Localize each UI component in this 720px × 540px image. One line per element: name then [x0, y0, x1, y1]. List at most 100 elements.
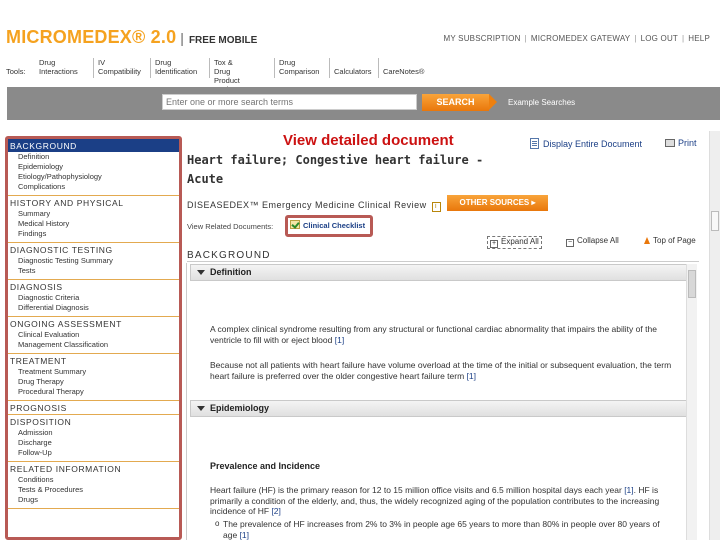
log-out-link[interactable]: LOG OUT: [637, 34, 682, 43]
minus-icon: −: [566, 239, 574, 247]
reference-link[interactable]: [1]: [624, 485, 633, 495]
sidebar-heading[interactable]: HISTORY AND PHYSICAL: [8, 196, 179, 209]
sidebar-item[interactable]: Conditions: [8, 475, 179, 485]
tools-label: Tools:: [6, 67, 26, 76]
tool-iv-compatibility[interactable]: IV Compatibility: [93, 58, 148, 78]
plus-icon: +: [490, 240, 498, 248]
sidebar-item[interactable]: Procedural Therapy: [8, 387, 179, 397]
expand-all-label: Expand All: [501, 237, 539, 246]
tool-tox-drug-product-lookup[interactable]: Tox & DrugProduct Lookup: [209, 58, 240, 94]
example-searches-link[interactable]: Example Searches: [508, 98, 575, 107]
my-subscription-link[interactable]: MY SUBSCRIPTION: [439, 34, 524, 43]
sidebar-item[interactable]: Etiology/Pathophysiology: [8, 172, 179, 182]
sidebar-item-list: Definition Epidemiology Etiology/Pathophys…: [8, 152, 179, 195]
sidebar-item[interactable]: Summary: [8, 209, 179, 219]
document-icon: [530, 138, 539, 149]
sidebar-item[interactable]: Epidemiology: [8, 162, 179, 172]
reference-link[interactable]: [1]: [467, 371, 476, 381]
sidebar-section: DIAGNOSIS Diagnostic Criteria Differential…: [8, 280, 179, 317]
subsection-title: Epidemiology: [210, 403, 270, 413]
display-entire-document-link[interactable]: Display Entire Document: [530, 138, 642, 149]
expand-all-button[interactable]: + Expand All: [487, 236, 542, 249]
sidebar-item[interactable]: Differential Diagnosis: [8, 303, 179, 313]
paragraph-text: A complex clinical syndrome resulting fr…: [210, 324, 657, 345]
sidebar-item[interactable]: Tests: [8, 266, 179, 276]
sidebar-item[interactable]: Discharge: [8, 438, 179, 448]
reference-link[interactable]: [1]: [240, 530, 249, 540]
clinical-checklist-link[interactable]: Clinical Checklist: [290, 220, 365, 230]
prevalence-heading: Prevalence and Incidence: [210, 461, 321, 471]
sidebar-heading[interactable]: DIAGNOSTIC TESTING: [8, 243, 179, 256]
subsection-header-definition[interactable]: Definition: [190, 264, 694, 281]
other-sources-button[interactable]: OTHER SOURCES ▸: [447, 195, 548, 211]
tool-drug-identification[interactable]: Drug Identification: [150, 58, 197, 78]
search-input[interactable]: [162, 94, 417, 110]
tool-line: IV Compatibility: [98, 58, 141, 76]
sidebar-heading[interactable]: ONGOING ASSESSMENT: [8, 317, 179, 330]
epidemiology-paragraph: Heart failure (HF) is the primary reason…: [210, 485, 680, 517]
sidebar-item[interactable]: Definition: [8, 152, 179, 162]
sidebar-item[interactable]: Findings: [8, 229, 179, 239]
top-of-page-link[interactable]: Top of Page: [644, 236, 696, 245]
tool-carenotes[interactable]: CareNotes®: [378, 58, 424, 78]
tool-line: Interactions: [39, 67, 78, 76]
sidebar-item[interactable]: Diagnostic Testing Summary: [8, 256, 179, 266]
sidebar-item[interactable]: Drugs: [8, 495, 179, 505]
sidebar-item[interactable]: Medical History: [8, 219, 179, 229]
micromedex-logo[interactable]: MICROMEDEX® 2.0 | FREE MOBILE: [6, 27, 257, 47]
reference-link[interactable]: [2]: [271, 506, 280, 516]
sidebar-item[interactable]: Drug Therapy: [8, 377, 179, 387]
print-label: Print: [678, 138, 697, 148]
source-line: DISEASEDEX™ Emergency Medicine Clinical …: [187, 200, 441, 212]
sidebar-heading[interactable]: BACKGROUND: [8, 139, 179, 152]
logo-separator: |: [180, 30, 184, 46]
sidebar-section: BACKGROUND Definition Epidemiology Etiology…: [8, 139, 179, 196]
print-link[interactable]: Print: [665, 138, 697, 148]
subsection-header-epidemiology[interactable]: Epidemiology: [190, 400, 694, 417]
logo-text: MICROMEDEX® 2.0: [6, 27, 177, 47]
tool-drug-comparison[interactable]: Drug Comparison: [274, 58, 319, 78]
micromedex-gateway-link[interactable]: MICROMEDEX GATEWAY: [527, 34, 634, 43]
callout-label: View detailed document: [283, 132, 454, 149]
info-icon[interactable]: i: [431, 202, 441, 212]
sidebar-item-list: Treatment Summary Drug Therapy Procedural …: [8, 367, 179, 400]
sidebar-item[interactable]: Treatment Summary: [8, 367, 179, 377]
sidebar-item[interactable]: Complications: [8, 182, 179, 192]
sidebar-item[interactable]: Clinical Evaluation: [8, 330, 179, 340]
free-mobile-link[interactable]: FREE MOBILE: [189, 35, 257, 46]
reference-link[interactable]: [1]: [335, 335, 344, 345]
search-button[interactable]: SEARCH: [422, 94, 497, 111]
sidebar-item[interactable]: Admission: [8, 428, 179, 438]
collapse-all-button[interactable]: − Collapse All: [566, 236, 619, 247]
content-scrollbar-thumb[interactable]: [688, 270, 696, 298]
search-bar: SEARCH Example Searches: [7, 87, 720, 120]
tool-line: Identification: [155, 67, 198, 76]
sidebar-item[interactable]: Management Classification: [8, 340, 179, 350]
sidebar-nav: BACKGROUND Definition Epidemiology Etiology…: [8, 139, 179, 539]
sidebar-heading[interactable]: PROGNOSIS: [8, 401, 179, 414]
help-link[interactable]: HELP: [684, 34, 714, 43]
content-scrollbar[interactable]: [686, 264, 697, 540]
sidebar-item[interactable]: Diagnostic Criteria: [8, 293, 179, 303]
page-scrollbar[interactable]: [709, 131, 720, 540]
tool-calculators[interactable]: Calculators: [329, 58, 372, 78]
sidebar-heading[interactable]: RELATED INFORMATION: [8, 462, 179, 475]
sidebar-item[interactable]: Tests & Procedures: [8, 485, 179, 495]
section-title: BACKGROUND: [187, 250, 271, 261]
sidebar-heading[interactable]: TREATMENT: [8, 354, 179, 367]
tool-drug-interactions[interactable]: Drug Interactions: [35, 58, 78, 78]
sidebar-item[interactable]: Follow-Up: [8, 448, 179, 458]
paragraph-text: Because not all patients with heart fail…: [210, 360, 672, 381]
sidebar-section: DISPOSITION Admission Discharge Follow-Up: [8, 415, 179, 462]
page-scrollbar-thumb[interactable]: [711, 211, 719, 231]
document-title: Heart failure; Congestive heart failure …: [187, 153, 484, 186]
related-documents-label: View Related Documents:: [187, 222, 274, 231]
sidebar-heading[interactable]: DISPOSITION: [8, 415, 179, 428]
sidebar-item-list: Summary Medical History Findings: [8, 209, 179, 242]
up-arrow-icon: [644, 237, 650, 244]
tool-line: Comparison: [279, 67, 320, 76]
tool-line: Drug: [155, 58, 172, 67]
tool-line: Tox & Drug: [214, 58, 233, 76]
sidebar-heading[interactable]: DIAGNOSIS: [8, 280, 179, 293]
sidebar-item-list: Diagnostic Criteria Differential Diagnosi…: [8, 293, 179, 316]
